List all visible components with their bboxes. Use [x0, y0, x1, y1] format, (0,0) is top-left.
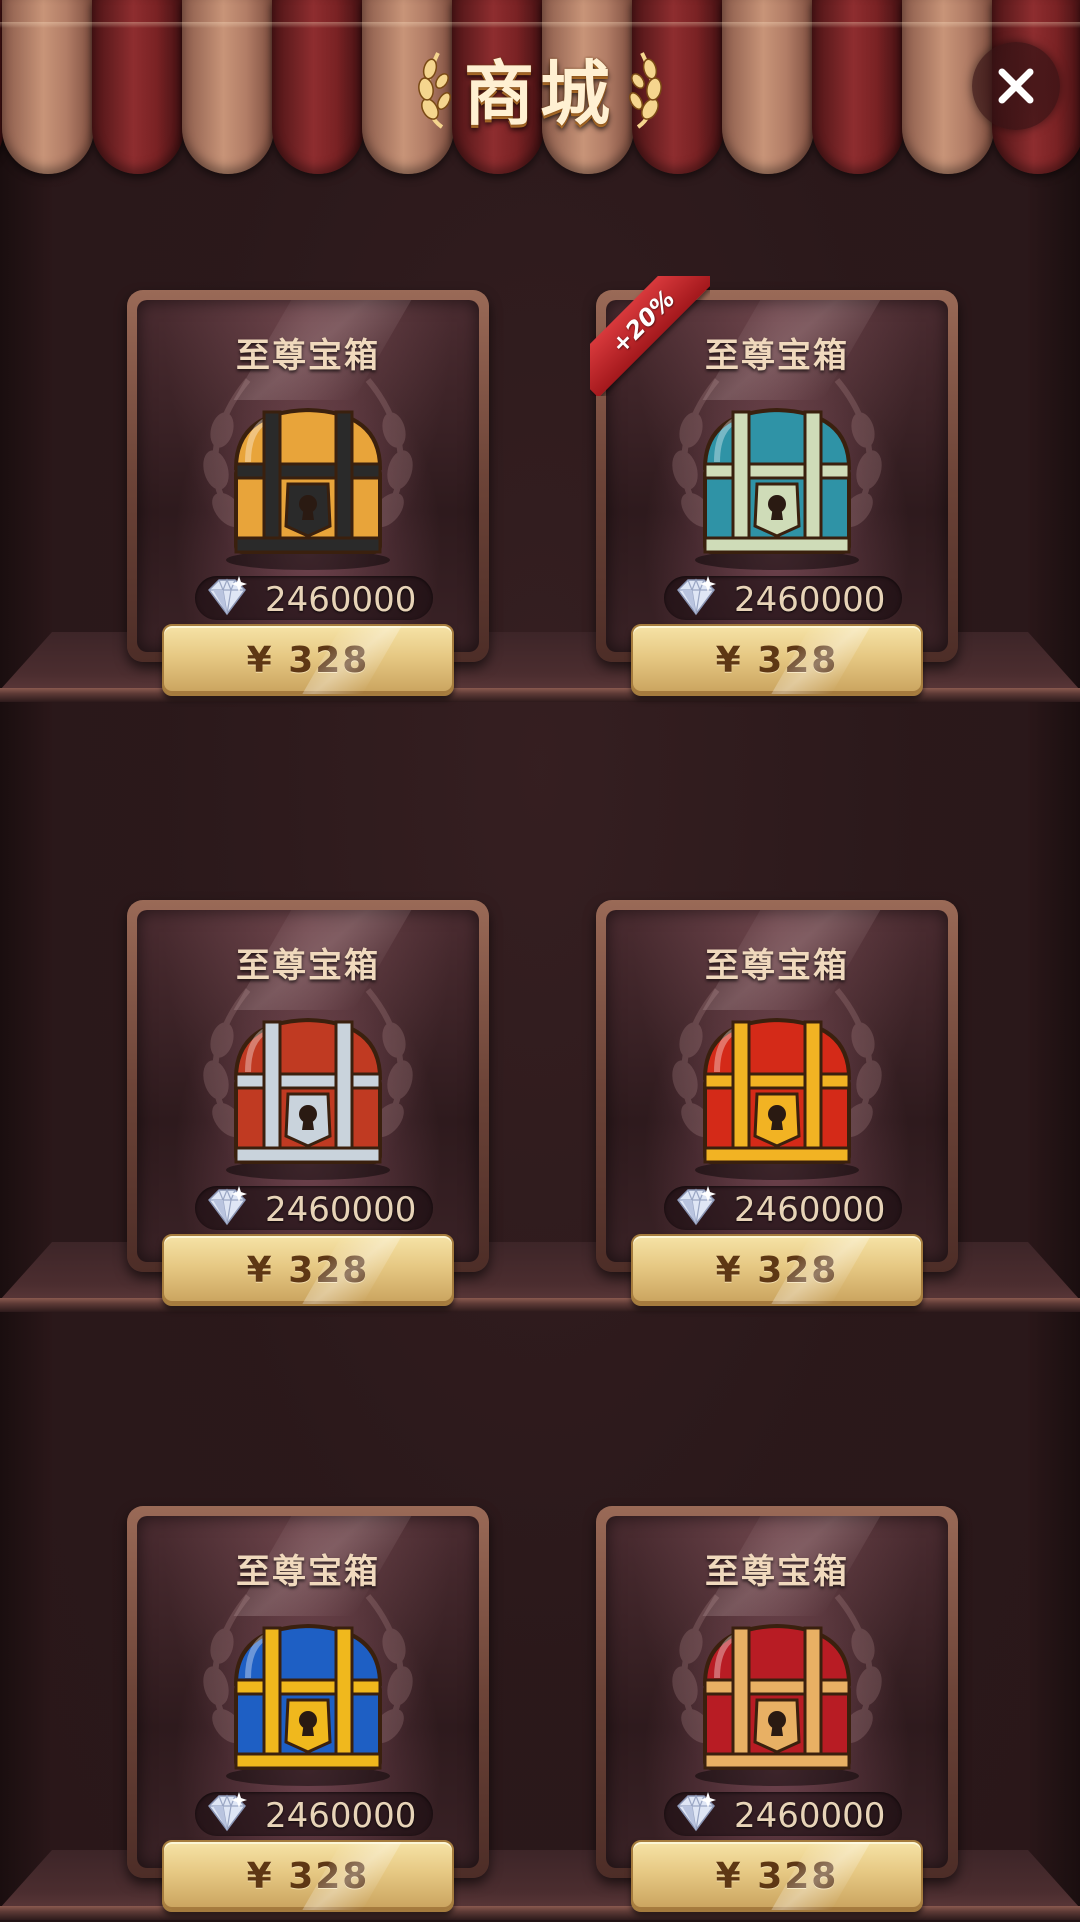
diamond-icon: [668, 1784, 724, 1840]
product-card[interactable]: 至尊宝箱 2460000: [127, 1506, 489, 1878]
laurel-right-icon: [629, 52, 662, 129]
product-name: 至尊宝箱: [236, 1552, 380, 1592]
header: 商城: [0, 38, 1080, 138]
promo-ribbon: +20%: [590, 276, 710, 396]
diamond-icon: [668, 568, 724, 624]
product-card[interactable]: 至尊宝箱 2460000: [596, 1506, 958, 1878]
buy-button[interactable]: ¥ 328: [162, 1234, 454, 1306]
page-title: 商城: [464, 52, 616, 135]
close-button[interactable]: [972, 42, 1060, 130]
gem-amount-pill: 2460000: [664, 1186, 902, 1230]
buy-button[interactable]: ¥ 328: [162, 1840, 454, 1912]
gem-amount: 2460000: [734, 580, 886, 620]
diamond-icon: [199, 1178, 255, 1234]
close-icon: [998, 68, 1034, 104]
diamond-icon: [199, 1784, 255, 1840]
gem-amount: 2460000: [265, 580, 417, 620]
gem-amount: 2460000: [734, 1796, 886, 1836]
red-gold-chest-icon: [677, 1002, 877, 1182]
product-card[interactable]: 至尊宝箱 2460000: [127, 900, 489, 1272]
red-jeweled-chest-icon: [677, 1608, 877, 1788]
product-name: 至尊宝箱: [236, 946, 380, 986]
gem-amount: 2460000: [265, 1796, 417, 1836]
product-card[interactable]: 至尊宝箱 2460000: [596, 900, 958, 1272]
laurel-left-icon: [418, 52, 451, 129]
product-name: 至尊宝箱: [705, 1552, 849, 1592]
product-card[interactable]: 至尊宝箱 2460000: [127, 290, 489, 662]
gem-amount-pill: 2460000: [195, 576, 433, 620]
buy-button[interactable]: ¥ 328: [631, 624, 923, 696]
product-name: 至尊宝箱: [236, 336, 380, 376]
product-name: 至尊宝箱: [705, 946, 849, 986]
gem-amount-pill: 2460000: [195, 1186, 433, 1230]
buy-button[interactable]: ¥ 328: [631, 1840, 923, 1912]
silver-red-chest-icon: [208, 1002, 408, 1182]
gem-amount: 2460000: [734, 1190, 886, 1230]
gold-black-chest-icon: [208, 392, 408, 572]
gem-amount-pill: 2460000: [664, 576, 902, 620]
gem-amount-pill: 2460000: [195, 1792, 433, 1836]
gem-amount: 2460000: [265, 1190, 417, 1230]
diamond-icon: [199, 568, 255, 624]
buy-button[interactable]: ¥ 328: [162, 624, 454, 696]
diamond-icon: [668, 1178, 724, 1234]
promo-badge-text: +20%: [605, 284, 681, 360]
blue-gold-chest-icon: [208, 1608, 408, 1788]
buy-button[interactable]: ¥ 328: [631, 1234, 923, 1306]
gem-amount-pill: 2460000: [664, 1792, 902, 1836]
teal-chest-icon: [677, 392, 877, 572]
